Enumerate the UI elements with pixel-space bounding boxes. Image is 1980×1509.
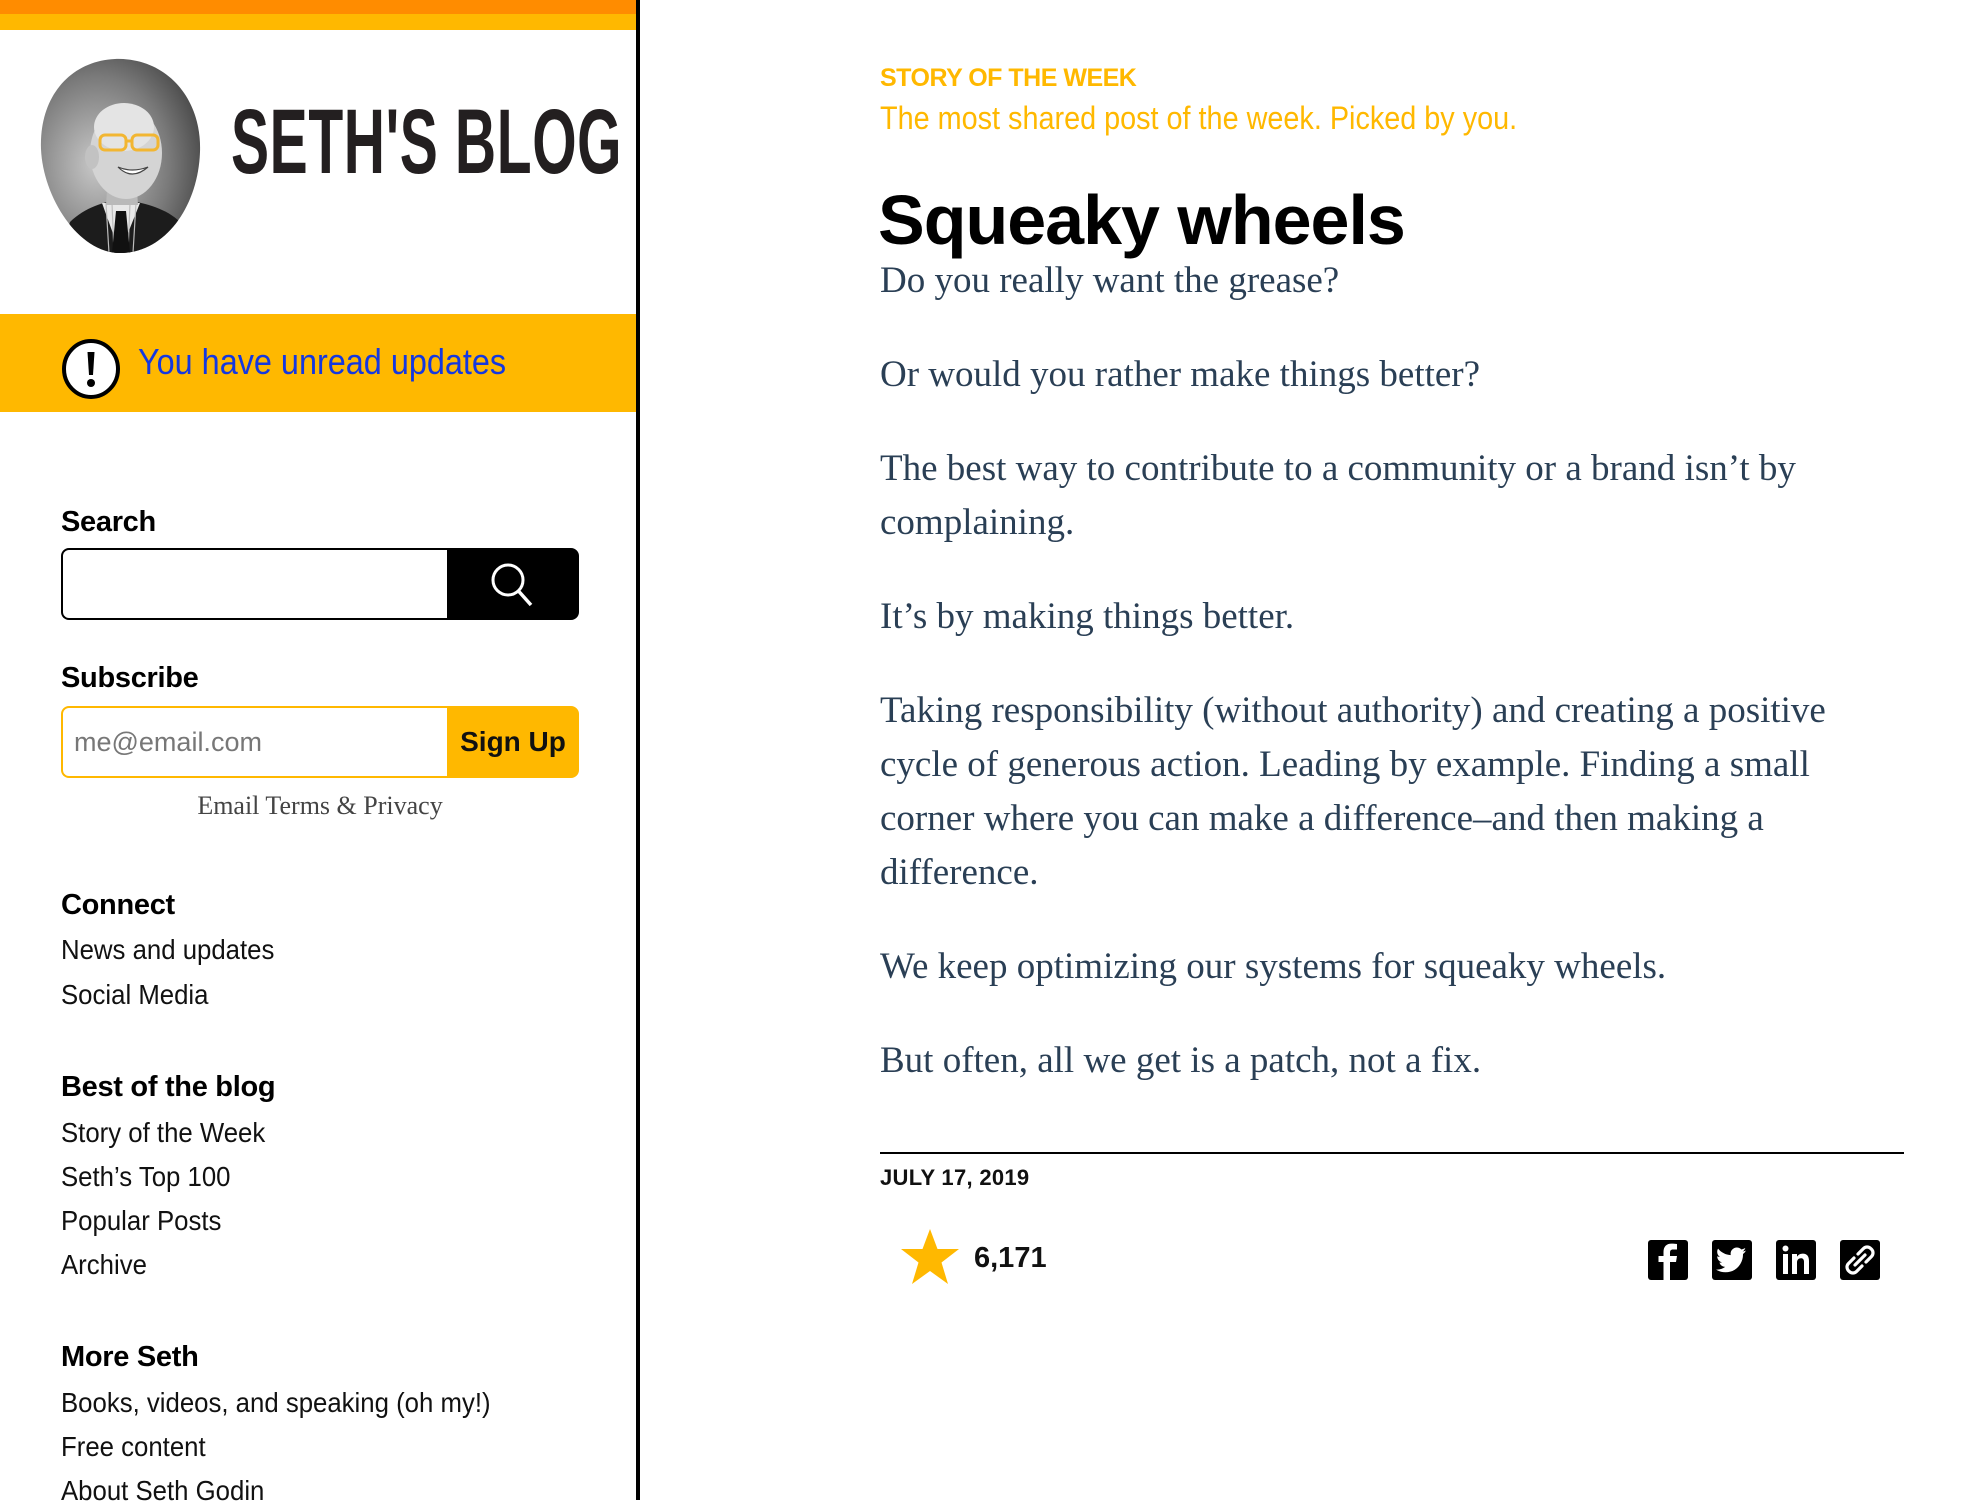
email-terms-privacy-link[interactable]: Email Terms & Privacy: [61, 788, 579, 824]
star-icon[interactable]: [900, 1228, 960, 1286]
unread-updates-link[interactable]: You have unread updates: [138, 336, 506, 388]
post-paragraph: Or would you rather make things better?: [880, 354, 1481, 395]
top-bar-orange: [0, 0, 636, 14]
best-of-blog-heading: Best of the blog: [61, 1071, 276, 1103]
sign-up-button[interactable]: Sign Up: [447, 706, 579, 778]
sidebar-link-books-videos-speaking[interactable]: Books, videos, and speaking (oh my!): [61, 1385, 491, 1421]
post-paragraph: Taking responsibility (without authority…: [880, 690, 1826, 893]
post-paragraph: The best way to contribute to a communit…: [880, 448, 1796, 543]
story-of-the-week-label: STORY OF THE WEEK: [880, 64, 1137, 92]
link-icon[interactable]: [1840, 1240, 1880, 1280]
sidebar-link-popular-posts[interactable]: Popular Posts: [61, 1203, 221, 1239]
sidebar-link-archive[interactable]: Archive: [61, 1247, 147, 1283]
search-input[interactable]: [61, 548, 447, 620]
sidebar-link-social-media[interactable]: Social Media: [61, 977, 208, 1013]
site-title[interactable]: SETH'S BLOG: [231, 92, 622, 192]
search-icon: [491, 563, 533, 607]
sidebar-link-news-and-updates[interactable]: News and updates: [61, 932, 274, 968]
sidebar-link-about-seth-godin[interactable]: About Seth Godin: [61, 1473, 264, 1509]
unread-updates-banner[interactable]: You have unread updates: [0, 314, 636, 412]
author-avatar[interactable]: [40, 57, 202, 253]
email-input[interactable]: [61, 706, 447, 778]
star-count: 6,171: [974, 1242, 1047, 1274]
post-paragraph: But often, all we get is a patch, not a …: [880, 1040, 1482, 1081]
sidebar-link-free-content[interactable]: Free content: [61, 1429, 206, 1465]
facebook-icon[interactable]: [1648, 1240, 1688, 1280]
main-content: STORY OF THE WEEK The most shared post o…: [878, 0, 1904, 1500]
post-paragraph: Do you really want the grease?: [880, 260, 1340, 301]
search-form: [61, 548, 579, 620]
twitter-icon[interactable]: [1712, 1240, 1752, 1280]
sidebar-link-top-100[interactable]: Seth’s Top 100: [61, 1159, 230, 1195]
search-button[interactable]: [447, 548, 579, 620]
story-of-the-week-subtitle: The most shared post of the week. Picked…: [880, 100, 1518, 136]
sidebar: SETH'S BLOG You have unread updates Sear…: [0, 0, 636, 1506]
post-paragraph: We keep optimizing our systems for squea…: [880, 946, 1667, 987]
more-seth-heading: More Seth: [61, 1341, 199, 1373]
connect-heading: Connect: [61, 889, 175, 921]
share-buttons: [1648, 1240, 1880, 1280]
post-divider: [880, 1152, 1904, 1154]
subscribe-form: Sign Up: [61, 706, 579, 778]
search-heading: Search: [61, 506, 156, 538]
sidebar-link-story-of-the-week[interactable]: Story of the Week: [61, 1115, 265, 1151]
alert-circle-icon: [62, 339, 120, 399]
post-paragraph: It’s by making things better.: [880, 596, 1295, 637]
linkedin-icon[interactable]: [1776, 1240, 1816, 1280]
sidebar-divider: [636, 0, 640, 1500]
post-body: Do you really want the grease? Or would …: [880, 254, 1890, 1128]
subscribe-heading: Subscribe: [61, 662, 199, 694]
top-bar-yellow: [0, 14, 636, 30]
post-date[interactable]: JULY 17, 2019: [880, 1164, 1029, 1192]
